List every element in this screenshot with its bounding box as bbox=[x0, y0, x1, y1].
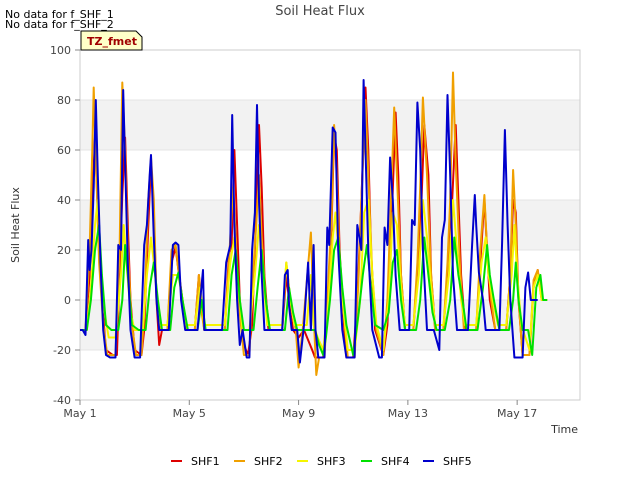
tz-badge: TZ_fmet bbox=[80, 30, 143, 51]
x-tick-label: May 9 bbox=[282, 407, 315, 420]
grid-band bbox=[80, 350, 580, 400]
legend: SHF1 SHF2 SHF3 SHF4 SHF5 bbox=[171, 455, 472, 468]
legend-label-shf1: SHF1 bbox=[191, 455, 220, 468]
legend-label-shf4: SHF4 bbox=[381, 455, 410, 468]
x-axis-title: Time bbox=[550, 423, 578, 436]
y-axis-ticks: -40 -20 0 20 40 60 80 100 bbox=[50, 44, 80, 407]
chart-title: Soil Heat Flux bbox=[275, 4, 365, 19]
grid-band bbox=[80, 50, 580, 100]
x-tick-label: May 1 bbox=[63, 407, 96, 420]
y-tick-label: 80 bbox=[57, 94, 71, 107]
y-tick-label: 100 bbox=[50, 44, 71, 57]
y-tick-label: 20 bbox=[57, 244, 71, 257]
legend-label-shf5: SHF5 bbox=[443, 455, 472, 468]
x-axis-ticks: May 1 May 5 May 9 May 13 May 17 bbox=[63, 400, 537, 420]
x-tick-label: May 5 bbox=[173, 407, 206, 420]
y-tick-label: -20 bbox=[53, 344, 71, 357]
soil-heat-flux-chart: Soil Heat Flux Soil Heat Flux Time -40 -2… bbox=[9, 4, 581, 468]
legend-label-shf2: SHF2 bbox=[254, 455, 283, 468]
x-tick-label: May 13 bbox=[388, 407, 428, 420]
y-tick-label: 60 bbox=[57, 144, 71, 157]
tz-badge-label: TZ_fmet bbox=[87, 35, 137, 48]
legend-label-shf3: SHF3 bbox=[317, 455, 346, 468]
y-tick-label: 0 bbox=[64, 294, 71, 307]
x-tick-label: May 17 bbox=[497, 407, 537, 420]
y-axis-title: Soil Heat Flux bbox=[9, 187, 22, 263]
y-tick-label: -40 bbox=[53, 394, 71, 407]
y-tick-label: 40 bbox=[57, 194, 71, 207]
